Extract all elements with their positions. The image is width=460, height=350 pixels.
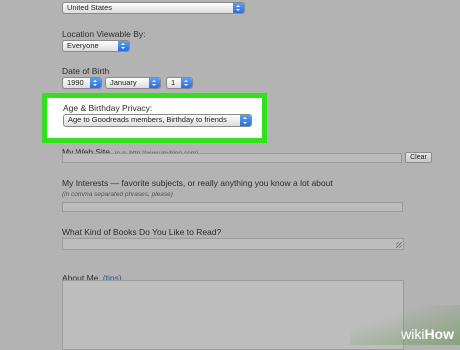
interests-label: My Interests — favorite subjects, or rea… [62, 178, 333, 188]
wikihow-logo-how: How [424, 326, 454, 342]
birth-month-select[interactable]: January [105, 77, 161, 89]
location-viewable-value: Everyone [67, 41, 99, 50]
clear-button[interactable]: Clear [405, 152, 432, 163]
select-arrows-icon [240, 115, 251, 126]
wikihow-logo-wiki: wiki [401, 326, 425, 342]
date-of-birth-label: Date of Birth [62, 66, 110, 76]
age-privacy-highlight: Age & Birthday Privacy: Age to Goodreads… [42, 93, 267, 143]
birth-year-value: 1990 [67, 78, 84, 87]
select-arrows-icon [181, 78, 192, 88]
birth-year-select[interactable]: 1990 [62, 77, 102, 89]
interests-input[interactable] [62, 202, 403, 212]
select-arrows-icon [233, 3, 244, 13]
select-arrows-icon [149, 78, 160, 88]
books-label: What Kind of Books Do You Like to Read? [62, 227, 222, 237]
wikihow-logo: wikiHow [401, 326, 454, 342]
resize-handle-icon[interactable] [396, 242, 402, 248]
country-select-value: United States [67, 3, 113, 12]
age-privacy-value: Age to Goodreads members, Birthday to fr… [68, 115, 227, 124]
select-arrows-icon [90, 78, 101, 88]
age-privacy-label: Age & Birthday Privacy: [63, 103, 153, 113]
country-select[interactable]: United States [62, 2, 245, 14]
select-arrows-icon [118, 41, 129, 51]
age-privacy-select[interactable]: Age to Goodreads members, Birthday to fr… [63, 114, 252, 127]
location-viewable-select[interactable]: Everyone [62, 40, 130, 52]
books-textarea[interactable] [62, 238, 404, 250]
web-site-input[interactable] [62, 153, 402, 163]
location-viewable-label: Location Viewable By: [62, 29, 146, 39]
birth-day-select[interactable]: 1 [166, 77, 193, 89]
interests-hint: (in comma separated phrases, please) [62, 191, 173, 198]
birth-month-value: January [110, 78, 137, 87]
birth-day-value: 1 [171, 78, 176, 87]
